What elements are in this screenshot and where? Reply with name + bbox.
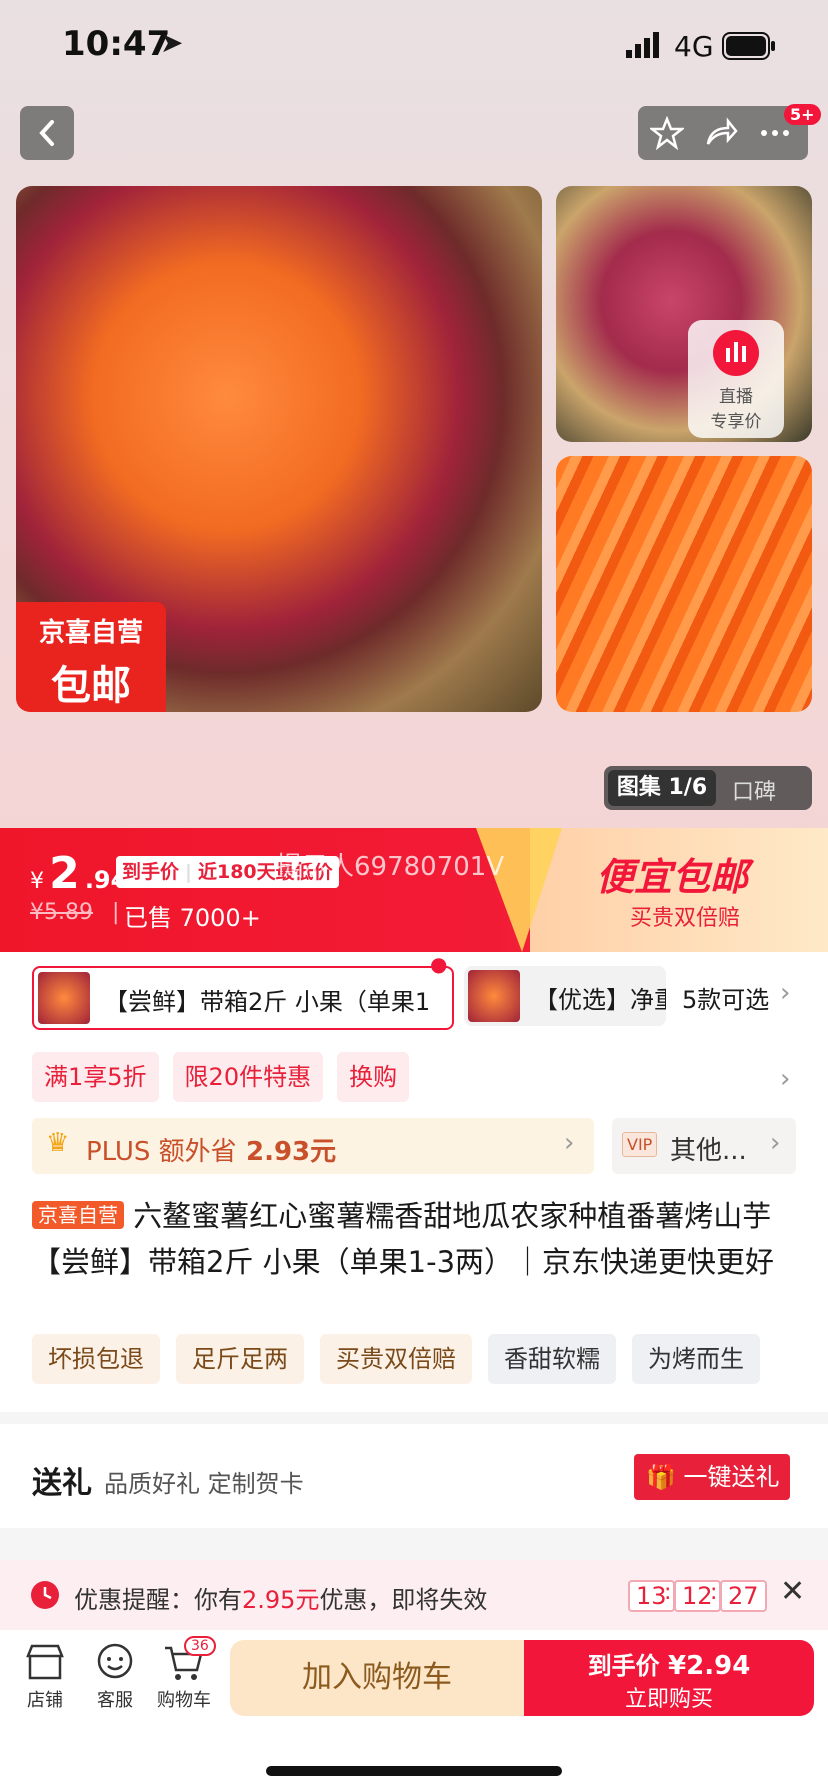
send-gift-label: 一键送礼 [683, 1463, 780, 1491]
tab-gallery[interactable]: 图集 1/6 [608, 770, 716, 806]
live-sublabel: 专享价 [710, 412, 762, 432]
original-price: ¥5.89 [30, 900, 93, 925]
plus-savings[interactable]: ♛ PLUS 额外省 2.93元 › [32, 1118, 594, 1174]
product-title: 京喜自营 六鳌蜜薯红心蜜薯糯香甜地瓜农家种植番薯烤山芋 【尝鲜】带箱2斤 小果（… [32, 1192, 798, 1285]
status-bar: 10:47 ➤ 4G [0, 0, 828, 96]
cart-label: 购物车 [157, 1690, 211, 1711]
chevron-right-icon: › [564, 1128, 575, 1158]
back-button[interactable] [20, 106, 74, 160]
sku-thumbnail [468, 970, 520, 1022]
cart-button[interactable]: 购物车 36 [154, 1636, 216, 1712]
coupon-text: 优惠提醒：你有2.95元优惠，即将失效 [74, 1580, 487, 1615]
gallery-switch: 图集 1/6 口碑 [604, 766, 812, 810]
gift-title: 送礼 [32, 1466, 92, 1501]
promo-tag[interactable]: 换购 [337, 1052, 410, 1102]
jingxi-free-shipping-badge: 京喜自营 包邮 [16, 602, 166, 712]
buy-price: ¥2.94 [668, 1651, 751, 1681]
feature-tag: 坏损包退 [32, 1334, 160, 1384]
hot-icon: ● [430, 952, 448, 976]
vip-badge: VIP [622, 1132, 658, 1157]
gift-icon: 🎁 [646, 1463, 676, 1491]
service-label: 客服 [97, 1690, 133, 1711]
location-icon: ➤ [160, 26, 184, 59]
shop-label: 店铺 [27, 1690, 63, 1711]
store-icon [26, 1644, 64, 1680]
shop-button[interactable]: 店铺 [20, 1642, 70, 1712]
currency-symbol: ¥ [30, 869, 44, 894]
countdown-seconds: 27 [720, 1580, 767, 1612]
product-title-text: 六鳌蜜薯红心蜜薯糯香甜地瓜农家种植番薯烤山芋 【尝鲜】带箱2斤 小果（单果1-3… [32, 1199, 775, 1279]
feature-tag: 为烤而生 [632, 1334, 760, 1384]
clock: 10:47 [62, 24, 171, 64]
coupon-amount: 2.95元 [242, 1586, 320, 1614]
buy-now-button[interactable]: 到手价 ¥2.94 立即购买 [524, 1640, 814, 1716]
promo-title: 便宜包邮 [596, 855, 749, 899]
chevron-right-icon[interactable]: › [780, 978, 790, 1008]
home-indicator [266, 1766, 562, 1776]
watermark: 提示人69780701V [276, 852, 505, 882]
plus-amount: 2.93元 [246, 1137, 337, 1167]
feature-tags: 坏损包退 足斤足两 买贵双倍赔 香甜软糯 为烤而生 [32, 1334, 760, 1384]
sku-option-selected[interactable]: 【尝鲜】带箱2斤 小果（单果1 ● [32, 952, 454, 1030]
send-gift-button[interactable]: 🎁 一键送礼 [634, 1454, 790, 1500]
star-icon[interactable] [650, 116, 684, 150]
chevron-right-icon: › [770, 1128, 781, 1158]
buy-price-label: 到手价 [587, 1652, 660, 1680]
sku-label: 【尝鲜】带箱2斤 小果（单果1 [104, 988, 431, 1016]
sku-label: 【优选】净重 [534, 986, 666, 1014]
promo-tag[interactable]: 限20件特惠 [172, 1052, 324, 1102]
cart-count-badge: 36 [184, 1636, 216, 1656]
chevron-right-icon[interactable]: › [780, 1064, 790, 1094]
sku-count[interactable]: 5款可选 [682, 980, 769, 1015]
close-icon[interactable]: ✕ [780, 1574, 805, 1609]
store-tag: 京喜自营 [32, 1201, 124, 1229]
coupon-suffix: 优惠，即将失效 [319, 1586, 488, 1614]
promo-tags: 满1享5折 限20件特惠 换购 [32, 1052, 410, 1102]
share-icon[interactable] [704, 116, 738, 150]
badge-line-1: 京喜自营 [38, 618, 143, 648]
crown-icon: ♛ [46, 1128, 70, 1158]
gift-desc: 品质好礼 定制贺卡 [104, 1470, 304, 1498]
live-icon [713, 330, 759, 376]
chat-icon [97, 1643, 133, 1679]
feature-tag: 足斤足两 [176, 1334, 304, 1384]
live-label: 直播 [719, 387, 753, 407]
price-integer: 2 [49, 848, 80, 899]
top-actions [638, 106, 808, 160]
live-price-button[interactable]: 直播 专享价 [688, 320, 784, 438]
promo-subtitle: 买贵双倍赔 [630, 906, 741, 931]
feature-tag: 香甜软糯 [488, 1334, 616, 1384]
chevron-left-icon [39, 120, 54, 146]
notification-badge: 5+ [784, 104, 821, 125]
badge-line-2: 包邮 [51, 663, 131, 709]
sku-thumbnail [38, 972, 90, 1024]
tab-reviews[interactable]: 口碑 [732, 774, 776, 806]
vip-savings[interactable]: VIP 其他... › [612, 1118, 796, 1174]
sku-option-2[interactable]: 【优选】净重 [464, 966, 666, 1026]
clock-icon [31, 1581, 59, 1609]
signal-icon [626, 32, 662, 62]
buy-now-label: 立即购买 [624, 1687, 713, 1712]
network-type: 4G [674, 30, 714, 63]
sold-count: 已售 7000+ [124, 904, 261, 932]
service-button[interactable]: 客服 [90, 1642, 140, 1712]
gift-section: 送礼 品质好礼 定制贺卡 🎁 一键送礼 [0, 1424, 828, 1528]
feature-tag: 买贵双倍赔 [320, 1334, 472, 1384]
battery-icon [722, 32, 776, 64]
add-to-cart-button[interactable]: 加入购物车 [230, 1640, 524, 1716]
product-image-closeup[interactable] [556, 456, 812, 712]
coupon-prefix: 优惠提醒：你有 [74, 1586, 242, 1614]
coupon-reminder: 优惠提醒：你有2.95元优惠，即将失效 13 : 12 : 27 ✕ [0, 1560, 828, 1630]
plus-label: PLUS 额外省 [86, 1137, 237, 1167]
promo-tag[interactable]: 满1享5折 [32, 1052, 159, 1102]
price-block: ¥ 2 .94 [30, 848, 127, 899]
vip-label: 其他... [670, 1136, 747, 1166]
final-price-label: 到手价 [122, 861, 180, 883]
